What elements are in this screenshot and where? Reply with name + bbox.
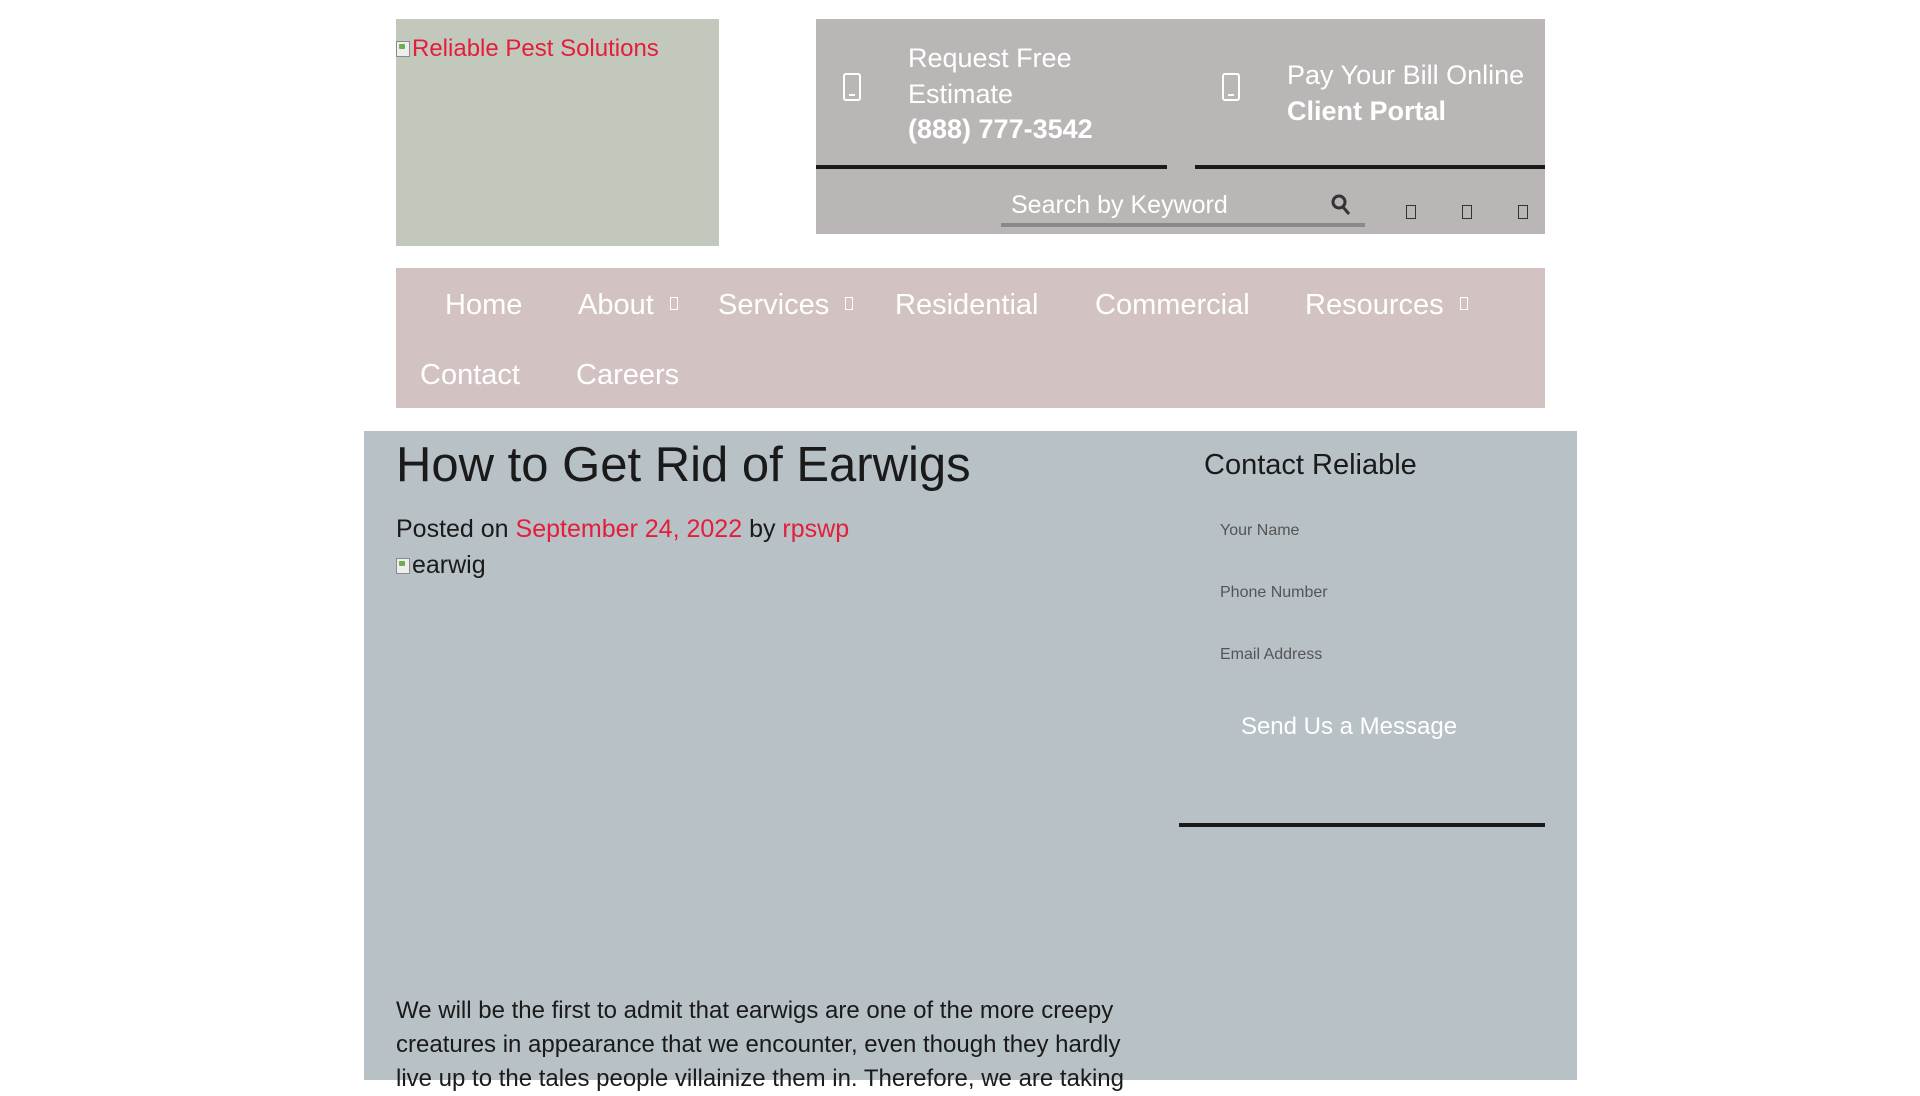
nav-item-commercial[interactable]: Commercial xyxy=(1095,289,1250,322)
facebook-icon[interactable] xyxy=(1403,203,1419,221)
image-alt-text: earwig xyxy=(412,551,486,579)
nav-item-contact[interactable]: Contact xyxy=(420,359,520,392)
contact-sidebar: Contact Reliable Send Us a Message xyxy=(1179,431,1545,1080)
nav-label: Contact xyxy=(420,359,520,391)
phone-icon xyxy=(843,73,861,101)
main-nav: Home About Services Residential Commerci… xyxy=(396,268,1545,408)
nav-item-careers[interactable]: Careers xyxy=(576,359,679,392)
request-estimate-cta[interactable]: Request Free Estimate (888) 777-3542 xyxy=(816,19,1167,169)
credit-card-icon xyxy=(1222,73,1240,101)
page-title: How to Get Rid of Earwigs xyxy=(396,438,971,492)
featured-image: earwig xyxy=(396,551,1136,981)
nav-label: Services xyxy=(718,289,830,321)
logo-alt-text: Reliable Pest Solutions xyxy=(412,35,659,62)
send-message-button[interactable]: Send Us a Message xyxy=(1204,701,1494,753)
nav-label: Resources xyxy=(1305,289,1444,321)
phone-number[interactable]: (888) 777-3542 xyxy=(908,111,1093,147)
client-portal-link[interactable]: Client Portal xyxy=(1287,93,1446,129)
search-input[interactable] xyxy=(1001,187,1321,223)
logo-link[interactable]: Reliable Pest Solutions xyxy=(396,35,659,63)
nav-item-residential[interactable]: Residential xyxy=(895,289,1038,322)
name-field[interactable] xyxy=(1204,511,1534,551)
nav-item-about[interactable]: About xyxy=(578,289,678,322)
nav-label: About xyxy=(578,289,654,321)
client-portal-cta[interactable]: Pay Your Bill Online Client Portal xyxy=(1195,19,1545,169)
email-field[interactable] xyxy=(1204,635,1534,675)
by-label: by xyxy=(749,515,776,543)
estimate-label: Request Free Estimate xyxy=(908,43,1072,109)
post-date-link[interactable]: September 24, 2022 xyxy=(516,515,743,543)
nav-label: Residential xyxy=(895,289,1039,321)
broken-image-icon xyxy=(396,557,410,574)
nav-item-home[interactable]: Home xyxy=(445,289,522,322)
post-meta: Posted on September 24, 2022 by rpswp xyxy=(396,515,849,544)
nav-label: Commercial xyxy=(1095,289,1250,321)
sidebar-divider xyxy=(1179,823,1545,827)
phone-field[interactable] xyxy=(1204,573,1534,613)
logo-container[interactable]: Reliable Pest Solutions xyxy=(396,19,719,246)
nav-item-services[interactable]: Services xyxy=(718,289,854,322)
posted-on-label: Posted on xyxy=(396,515,509,543)
chevron-down-icon xyxy=(845,297,854,310)
post-body: We will be the first to admit that earwi… xyxy=(396,997,1124,1092)
pay-bill-label: Pay Your Bill Online xyxy=(1287,60,1525,90)
sidebar-title: Contact Reliable xyxy=(1204,449,1417,481)
search-icon[interactable] xyxy=(1331,194,1351,216)
content-area: How to Get Rid of Earwigs Posted on Sept… xyxy=(364,431,1577,1092)
broken-image-icon xyxy=(396,41,410,57)
header-panel: Request Free Estimate (888) 777-3542 Pay… xyxy=(816,19,1545,234)
chevron-down-icon xyxy=(669,297,678,310)
nav-label: Home xyxy=(445,289,523,321)
author-link[interactable]: rpswp xyxy=(782,515,849,543)
nav-item-resources[interactable]: Resources xyxy=(1305,289,1468,322)
nav-label: Careers xyxy=(576,359,680,391)
search-bar xyxy=(1001,187,1365,227)
chevron-down-icon xyxy=(1459,297,1468,310)
instagram-icon[interactable] xyxy=(1515,203,1531,221)
twitter-icon[interactable] xyxy=(1459,203,1475,221)
